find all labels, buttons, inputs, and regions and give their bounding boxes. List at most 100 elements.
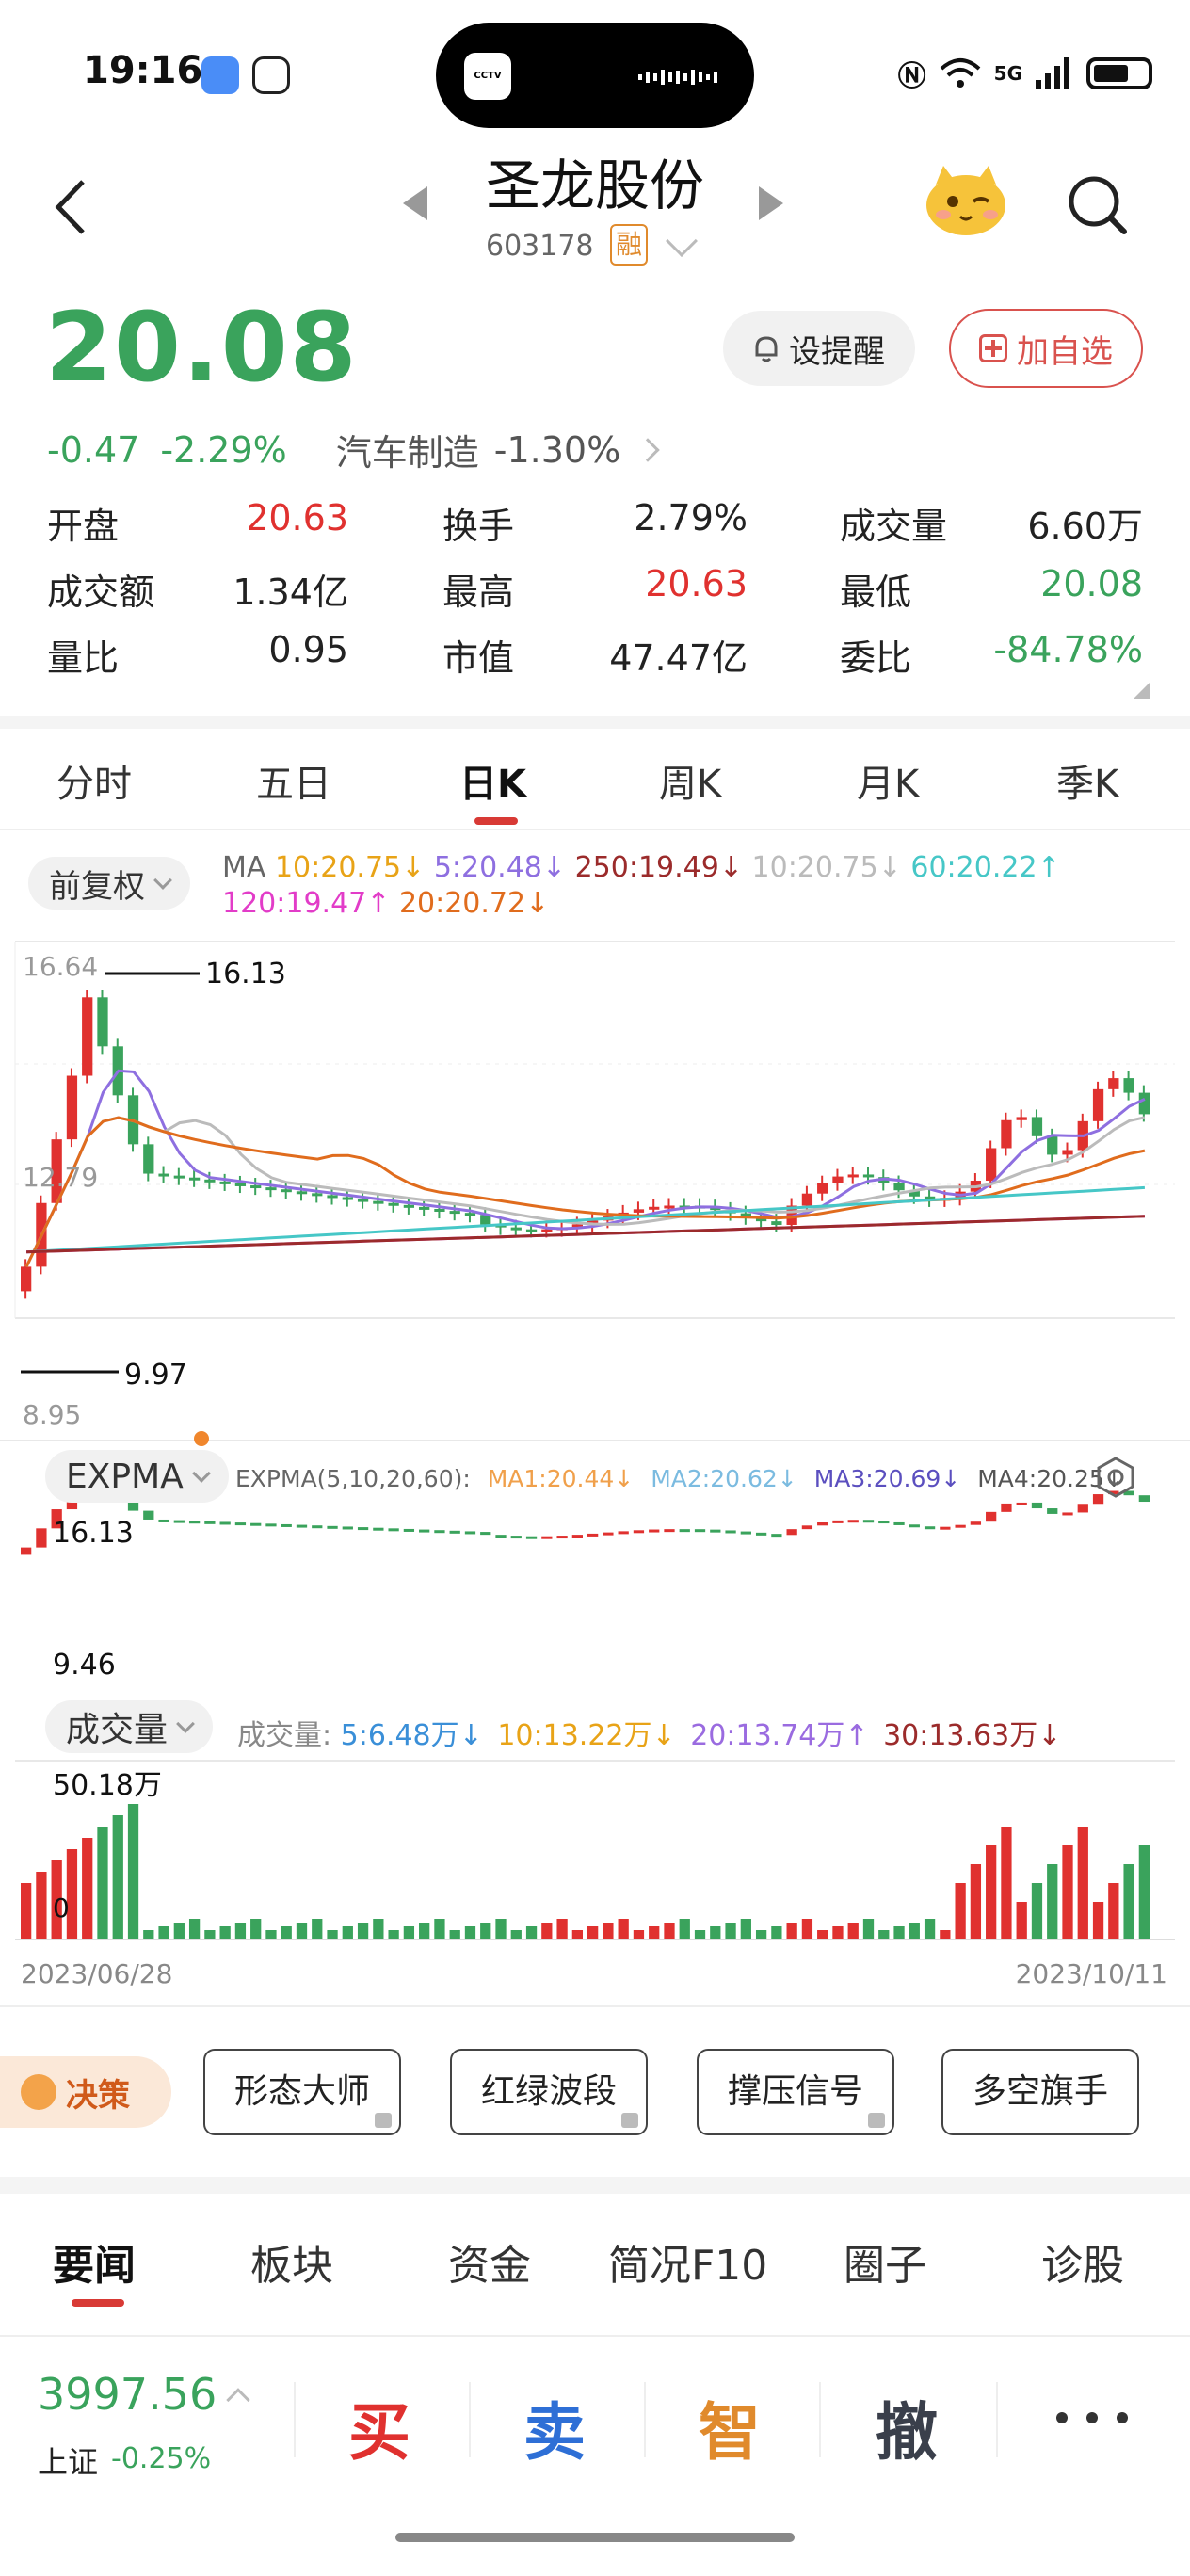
tool-button[interactable]: 红绿波段 [450,2049,648,2135]
change-row: -0.47 -2.29% 汽车制造 -1.30% [47,424,660,475]
tab-funds[interactable]: 资金 [448,2231,531,2292]
search-icon[interactable] [1064,171,1130,237]
mascot-icon[interactable] [923,162,1009,237]
candle [265,1187,277,1191]
expma-high-label: 16.13 [53,1517,134,1550]
stat-label: 最高 [442,572,515,613]
add-favorite-button[interactable]: 加自选 [949,309,1143,388]
stat-label: 量比 [47,637,120,679]
expma-candle [955,1524,966,1528]
volume-bar [312,1919,323,1940]
volume-bar [250,1919,262,1940]
tab-five-day[interactable]: 五日 [256,753,331,808]
volume-bar [664,1923,675,1940]
volume-bar [525,1926,538,1940]
volume-dropdown[interactable]: 成交量 [45,1700,214,1753]
tool-button[interactable]: 撑压信号 [697,2049,894,2135]
tab-monthly-k[interactable]: 月K [857,753,919,808]
stat-label: 委比 [840,637,912,679]
tab-sector[interactable]: 板块 [250,2231,333,2292]
candle [771,1221,782,1225]
expma-candle [36,1528,47,1548]
adjust-dropdown[interactable]: 前复权 [28,857,190,910]
expand-corner-icon[interactable] [1134,682,1150,699]
expma-candle [940,1526,951,1530]
tab-daily-k[interactable]: 日K [459,753,526,808]
expma-candle [388,1528,399,1532]
volume-bar [265,1930,277,1940]
tab-community[interactable]: 圈子 [844,2231,926,2292]
expma-dropdown[interactable]: EXPMA [45,1450,229,1503]
volume-bar [97,1827,108,1940]
expma-candle [327,1525,338,1529]
wifi-icon [940,58,980,88]
chevron-down-icon[interactable] [666,225,698,257]
candle [173,1175,185,1179]
stat-value: 0.95 [268,629,348,670]
chevron-right-icon [635,437,660,462]
back-arrow-icon[interactable] [47,174,94,240]
expma-candle [725,1530,736,1534]
tab-weekly-k[interactable]: 周K [659,753,721,808]
index-value[interactable]: 3997.56 [38,2369,217,2420]
volume-bar [1016,1902,1027,1940]
expma-candle [21,1547,32,1555]
more-icon[interactable] [1054,2412,1130,2423]
tab-quarterly-k[interactable]: 季K [1056,753,1118,808]
nfc-icon: Ⓝ [897,60,926,93]
prev-stock-icon[interactable] [403,186,427,220]
expma-candle [312,1525,323,1529]
candle [464,1213,476,1216]
settings-icon[interactable] [1094,1456,1137,1499]
tab-news[interactable]: 要闻 [53,2231,136,2292]
ma-prefix: MA [222,851,266,884]
volume-max-label: 50.18万 [53,1769,162,1802]
candle [82,997,93,1076]
volume-bar [434,1919,445,1940]
battery-icon [1086,57,1152,89]
candle [357,1199,369,1202]
candle [143,1144,154,1174]
decision-tool[interactable]: 决策 [0,2056,171,2128]
add-favorite-label: 加自选 [1017,332,1113,371]
volume-bar [955,1883,966,1940]
volume-bar [281,1926,292,1940]
divider [294,2382,296,2457]
tool-button[interactable]: 形态大师 [203,2049,401,2135]
candle [1031,1117,1043,1136]
axis-mid-label: 12.79 [23,1162,98,1193]
volume-bar [862,1919,875,1940]
volume-bar [158,1926,169,1940]
cancel-order-button[interactable]: 撤 [876,2382,938,2472]
tab-diagnosis[interactable]: 诊股 [1041,2231,1124,2292]
candle [188,1177,201,1181]
volume-bar [710,1926,721,1940]
expma-params: EXPMA(5,10,20,60): [235,1465,471,1492]
volume-bar [986,1845,997,1940]
stat-label: 开盘 [47,506,120,547]
expma-candle [679,1529,690,1533]
expma-candle [158,1519,169,1522]
smart-button[interactable]: 智 [699,2382,761,2472]
volume-bar [219,1926,231,1940]
candle [1062,1150,1073,1155]
volume-bar [786,1923,797,1940]
volume-bar [82,1838,93,1940]
set-alert-button[interactable]: 设提醒 [723,311,915,386]
expma-candle [525,1536,538,1539]
buy-button[interactable]: 买 [348,2382,410,2472]
industry-link[interactable]: 汽车制造 -1.30% [336,424,660,475]
stat-label: 成交额 [47,572,155,613]
tab-intraday[interactable]: 分时 [56,753,132,808]
next-stock-icon[interactable] [759,186,783,220]
sell-button[interactable]: 卖 [523,2382,586,2472]
candle [1047,1135,1058,1155]
low-marker-label: 9.97 [124,1359,187,1392]
tab-profile[interactable]: 简况F10 [608,2231,767,2292]
expma-candle [250,1522,262,1526]
volume-bar [510,1930,522,1940]
expma-candle [434,1530,445,1534]
expma-candle [281,1523,292,1527]
expma-candle [480,1532,491,1536]
tool-button[interactable]: 多空旗手 [941,2049,1139,2135]
